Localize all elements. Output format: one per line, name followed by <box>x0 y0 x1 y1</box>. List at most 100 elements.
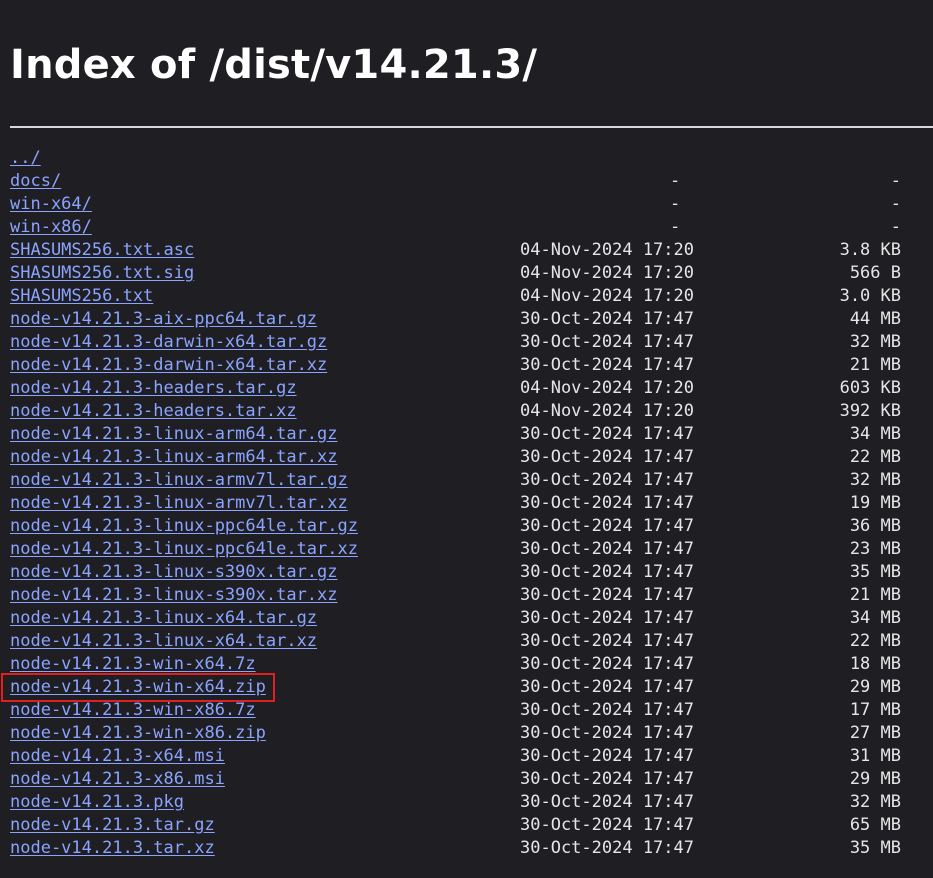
horizontal-rule <box>10 126 933 128</box>
file-date: 30-Oct-2024 17:47 <box>520 654 694 674</box>
file-link[interactable]: node-v14.21.3-linux-armv7l.tar.gz <box>10 469 348 492</box>
file-row: SHASUMS256.txt.sig 04-Nov-2024 17:20 566 B <box>10 262 933 285</box>
file-link[interactable]: SHASUMS256.txt <box>10 285 153 308</box>
file-link[interactable]: node-v14.21.3-linux-armv7l.tar.xz <box>10 492 348 515</box>
file-size: 3.0 KB <box>839 286 901 306</box>
file-size: 27 MB <box>849 723 901 743</box>
file-link[interactable]: node-v14.21.3-headers.tar.xz <box>10 400 297 423</box>
file-link[interactable]: node-v14.21.3.pkg <box>10 791 184 814</box>
file-row: node-v14.21.3-x64.msi 30-Oct-2024 17:47 31… <box>10 745 933 768</box>
file-row: node-v14.21.3-linux-s390x.tar.gz 30-Oct-2… <box>10 561 933 584</box>
file-row: node-v14.21.3-linux-s390x.tar.xz 30-Oct-2… <box>10 584 933 607</box>
file-date: 30-Oct-2024 17:47 <box>520 493 694 513</box>
file-link[interactable]: node-v14.21.3.tar.gz <box>10 814 215 837</box>
file-size: 3.8 KB <box>839 240 901 260</box>
file-size: 23 MB <box>849 539 901 559</box>
file-date: - <box>670 194 681 214</box>
file-size: - <box>890 217 901 237</box>
file-row: node-v14.21.3-linux-ppc64le.tar.gz 30-Oct… <box>10 515 933 538</box>
file-link[interactable]: node-v14.21.3-linux-s390x.tar.xz <box>10 584 338 607</box>
file-link[interactable]: node-v14.21.3-linux-s390x.tar.gz <box>10 561 338 584</box>
file-link[interactable]: node-v14.21.3-win-x86.zip <box>10 722 266 745</box>
file-link[interactable]: node-v14.21.3-win-x86.7z <box>10 699 256 722</box>
file-row: node-v14.21.3-linux-x64.tar.xz 30-Oct-202… <box>10 630 933 653</box>
file-link[interactable]: node-v14.21.3-aix-ppc64.tar.gz <box>10 308 317 331</box>
file-link[interactable]: node-v14.21.3-linux-arm64.tar.xz <box>10 446 338 469</box>
file-size: 22 MB <box>849 631 901 651</box>
file-row: node-v14.21.3.tar.xz 30-Oct-2024 17:47 35 … <box>10 837 933 860</box>
file-row: node-v14.21.3-linux-arm64.tar.xz 30-Oct-2… <box>10 446 933 469</box>
file-row: node-v14.21.3-darwin-x64.tar.xz 30-Oct-20… <box>10 354 933 377</box>
file-link[interactable]: node-v14.21.3-linux-ppc64le.tar.xz <box>10 538 358 561</box>
file-date: - <box>670 217 681 237</box>
file-row: node-v14.21.3-darwin-x64.tar.gz 30-Oct-20… <box>10 331 933 354</box>
file-date: 30-Oct-2024 17:47 <box>520 309 694 329</box>
file-link[interactable]: node-v14.21.3-linux-x64.tar.gz <box>10 607 317 630</box>
file-date: 30-Oct-2024 17:47 <box>520 838 694 858</box>
file-link[interactable]: node-v14.21.3-linux-x64.tar.xz <box>10 630 317 653</box>
file-row: ../ <box>10 147 933 170</box>
file-link[interactable]: node-v14.21.3-win-x64.zip <box>1 673 275 702</box>
file-date: 30-Oct-2024 17:47 <box>520 746 694 766</box>
file-link[interactable]: node-v14.21.3.tar.xz <box>10 837 215 860</box>
file-size: 32 MB <box>849 332 901 352</box>
file-size: 19 MB <box>849 493 901 513</box>
file-size: 36 MB <box>849 516 901 536</box>
file-size: - <box>890 171 901 191</box>
file-date: 30-Oct-2024 17:47 <box>520 516 694 536</box>
file-size: 35 MB <box>849 838 901 858</box>
file-date: 04-Nov-2024 17:20 <box>520 263 694 283</box>
file-link[interactable]: node-v14.21.3-x86.msi <box>10 768 225 791</box>
file-link[interactable]: ../ <box>10 147 41 170</box>
file-row: node-v14.21.3-headers.tar.gz 04-Nov-2024 … <box>10 377 933 400</box>
file-row: node-v14.21.3-win-x64.7z 30-Oct-2024 17:4… <box>10 653 933 676</box>
file-size: 32 MB <box>849 470 901 490</box>
file-size: 65 MB <box>849 815 901 835</box>
file-date: 30-Oct-2024 17:47 <box>520 332 694 352</box>
file-row: win-x86/ - - <box>10 216 933 239</box>
file-row: node-v14.21.3.tar.gz 30-Oct-2024 17:47 65 … <box>10 814 933 837</box>
file-date: 30-Oct-2024 17:47 <box>520 700 694 720</box>
file-date: 04-Nov-2024 17:20 <box>520 286 694 306</box>
file-size: 29 MB <box>849 677 901 697</box>
file-listing: ../docs/- - win-x64/- - win-x86/- - SHASUMS256… <box>1 147 933 860</box>
file-row: SHASUMS256.txt 04-Nov-2024 17:20 3.0 KB <box>10 285 933 308</box>
file-size: - <box>890 194 901 214</box>
file-date: 30-Oct-2024 17:47 <box>520 562 694 582</box>
file-size: 566 B <box>849 263 901 283</box>
file-link[interactable]: node-v14.21.3-win-x64.7z <box>10 653 256 676</box>
file-row: node-v14.21.3-linux-armv7l.tar.xz 30-Oct-… <box>10 492 933 515</box>
file-row: node-v14.21.3-aix-ppc64.tar.gz 30-Oct-202… <box>10 308 933 331</box>
file-link[interactable]: node-v14.21.3-x64.msi <box>10 745 225 768</box>
file-link[interactable]: node-v14.21.3-linux-arm64.tar.gz <box>10 423 338 446</box>
file-size: 18 MB <box>849 654 901 674</box>
file-link[interactable]: node-v14.21.3-darwin-x64.tar.gz <box>10 331 327 354</box>
file-size: 21 MB <box>849 355 901 375</box>
file-date: 30-Oct-2024 17:47 <box>520 792 694 812</box>
directory-listing-page: Index of /dist/v14.21.3/ ../docs/- - win-x… <box>0 0 933 878</box>
file-link[interactable]: SHASUMS256.txt.sig <box>10 262 194 285</box>
file-date: 30-Oct-2024 17:47 <box>520 424 694 444</box>
file-size: 31 MB <box>849 746 901 766</box>
file-link[interactable]: win-x86/ <box>10 216 92 239</box>
file-date: 30-Oct-2024 17:47 <box>520 723 694 743</box>
file-date: 30-Oct-2024 17:47 <box>520 608 694 628</box>
file-link[interactable]: node-v14.21.3-headers.tar.gz <box>10 377 297 400</box>
file-link[interactable]: win-x64/ <box>10 193 92 216</box>
file-size: 34 MB <box>849 608 901 628</box>
file-link[interactable]: node-v14.21.3-darwin-x64.tar.xz <box>10 354 327 377</box>
file-link[interactable]: node-v14.21.3-linux-ppc64le.tar.gz <box>10 515 358 538</box>
file-size: 29 MB <box>849 769 901 789</box>
file-date: 30-Oct-2024 17:47 <box>520 539 694 559</box>
file-row: node-v14.21.3-linux-armv7l.tar.gz 30-Oct-… <box>10 469 933 492</box>
file-row: node-v14.21.3.pkg 30-Oct-2024 17:47 32 MB <box>10 791 933 814</box>
file-row: node-v14.21.3-win-x86.7z 30-Oct-2024 17:4… <box>10 699 933 722</box>
file-size: 35 MB <box>849 562 901 582</box>
file-size: 34 MB <box>849 424 901 444</box>
file-date: 30-Oct-2024 17:47 <box>520 631 694 651</box>
file-date: 04-Nov-2024 17:20 <box>520 240 694 260</box>
file-link[interactable]: SHASUMS256.txt.asc <box>10 239 194 262</box>
file-size: 44 MB <box>849 309 901 329</box>
file-date: 30-Oct-2024 17:47 <box>520 677 694 697</box>
file-link[interactable]: docs/ <box>10 170 61 193</box>
